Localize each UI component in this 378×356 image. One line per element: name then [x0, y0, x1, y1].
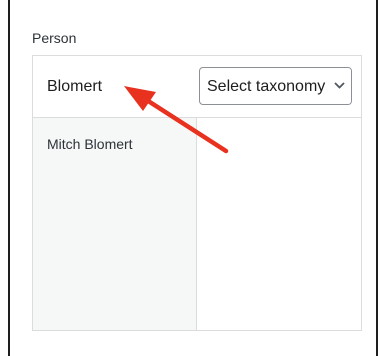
results-list: Mitch Blomert — [33, 118, 197, 330]
chevron-down-icon — [329, 68, 351, 104]
widget-header: Select taxonomy — [33, 56, 361, 118]
list-item[interactable]: Mitch Blomert — [47, 136, 133, 152]
relationship-widget: Select taxonomy Mitch Blomert — [32, 55, 362, 331]
panel-frame: Person Select taxonomy Mitch Blomert — [8, 0, 378, 356]
taxonomy-select-value: Select taxonomy — [207, 78, 326, 95]
search-input[interactable] — [33, 56, 196, 117]
selected-list — [197, 118, 361, 330]
field-label-person: Person — [32, 30, 77, 46]
taxonomy-select[interactable]: Select taxonomy — [199, 67, 352, 105]
